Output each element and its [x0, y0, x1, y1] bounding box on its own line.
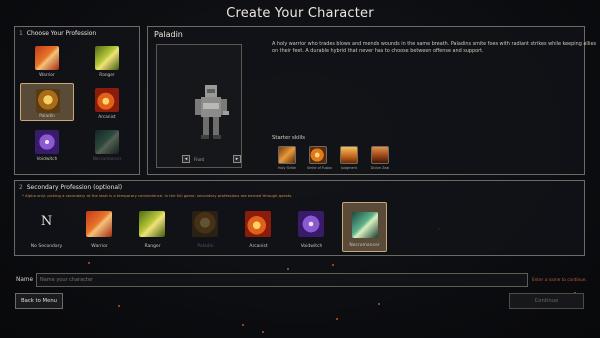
ember-particle: [336, 318, 338, 320]
skill-divine-zeal[interactable]: Divine Zeal: [369, 146, 391, 170]
character-portrait: ◂ Front ▸: [156, 44, 242, 168]
step-number: 1: [19, 30, 23, 37]
arcanist-fire-icon: [95, 88, 119, 112]
back-to-menu-button[interactable]: Back to Menu: [15, 293, 63, 309]
skill-smite[interactable]: Smite of Fusion: [307, 146, 333, 170]
voidwitch-lightning-icon: [35, 130, 59, 154]
character-name-input[interactable]: [36, 273, 528, 287]
profession-label: Warrior: [39, 73, 55, 78]
ember-particle: [118, 305, 120, 307]
paladin-shield-icon: [36, 89, 60, 113]
ranger-icon: [139, 211, 165, 237]
panel-heading: 2 Secondary Profession (optional): [19, 184, 122, 191]
character-sprite: [195, 85, 229, 139]
voidwitch-lightning-icon: [298, 211, 324, 237]
secondary-profession-panel: 2 Secondary Profession (optional) * Alph…: [14, 180, 585, 256]
portrait-view-label: Front: [193, 157, 205, 162]
smite-icon: [309, 146, 327, 164]
judgment-icon: [340, 146, 358, 164]
profession-ranger[interactable]: Ranger: [80, 41, 134, 79]
holy-strike-icon: [278, 146, 296, 164]
arcanist-fire-icon: [245, 211, 271, 237]
profession-grid: Warrior Ranger Paladin Arcanist Voidwitc…: [20, 41, 134, 163]
profession-warrior[interactable]: Warrior: [20, 41, 74, 79]
optional-tag: (optional): [93, 184, 123, 191]
secondary-none[interactable]: N No Secondary: [24, 202, 69, 252]
secondary-voidwitch[interactable]: Voidwitch: [289, 202, 334, 252]
step-number: 2: [19, 184, 23, 191]
panel-heading: 1 Choose Your Profession: [19, 30, 96, 37]
profession-label: Voidwitch: [36, 157, 58, 162]
ember-particle: [378, 303, 380, 305]
profession-name: Paladin: [154, 30, 183, 39]
profession-voidwitch[interactable]: Voidwitch: [20, 125, 74, 163]
profession-paladin[interactable]: Paladin: [20, 83, 74, 121]
profession-description: A holy warrior who trades blows and mend…: [272, 41, 597, 54]
secondary-label: Warrior: [91, 244, 108, 249]
secondary-necromancer[interactable]: Necromancer: [342, 202, 387, 252]
secondary-label: Voidwitch: [300, 244, 323, 249]
ember-particle: [287, 268, 289, 270]
warrior-icon: [86, 211, 112, 237]
secondary-label: Arcanist: [249, 244, 268, 249]
necromancer-icon: [95, 130, 119, 154]
ember-particle: [262, 331, 264, 333]
profession-arcanist[interactable]: Arcanist: [80, 83, 134, 121]
skill-label: Divine Zeal: [370, 166, 390, 170]
starter-skills-list: Holy Strike Smite of Fusion Judgment Div…: [276, 146, 391, 170]
ember-particle: [88, 262, 90, 264]
step-title: Choose Your Profession: [26, 30, 97, 37]
secondary-warrior[interactable]: Warrior: [77, 202, 122, 252]
name-label: Name: [16, 277, 34, 283]
rotate-right-button[interactable]: ▸: [233, 155, 241, 163]
secondary-options-row: N No Secondary Warrior Ranger Paladin Ar…: [24, 202, 387, 252]
secondary-label: Paladin: [197, 244, 214, 249]
secondary-label: Ranger: [144, 244, 161, 249]
secondary-ranger[interactable]: Ranger: [130, 202, 175, 252]
step-title: Secondary Profession: [26, 184, 92, 191]
skill-holy-strike[interactable]: Holy Strike: [276, 146, 298, 170]
ember-particle: [332, 264, 334, 266]
secondary-paladin: Paladin: [183, 202, 228, 252]
profession-label: Necromancer: [92, 157, 122, 162]
necromancer-icon: [352, 212, 378, 238]
name-hint: Enter a name to continue.: [532, 277, 587, 282]
secondary-label: Necromancer: [349, 243, 380, 248]
starter-skills-label: Starter skills: [272, 135, 306, 141]
skill-label: Judgment: [341, 166, 357, 170]
ranger-icon: [95, 46, 119, 70]
skill-judgment[interactable]: Judgment: [338, 146, 360, 170]
secondary-arcanist[interactable]: Arcanist: [236, 202, 281, 252]
continue-button[interactable]: Continue: [509, 293, 584, 309]
skill-label: Holy Strike: [278, 166, 296, 170]
divine-zeal-icon: [371, 146, 389, 164]
primary-profession-panel: 1 Choose Your Profession Warrior Ranger …: [14, 26, 140, 175]
paladin-shield-icon: [192, 211, 218, 237]
ember-particle: [242, 324, 244, 326]
profession-necromancer: Necromancer: [80, 125, 134, 163]
skill-label: Smite of Fusion: [307, 166, 333, 170]
profession-label: Paladin: [39, 114, 55, 119]
profession-detail-panel: Paladin ◂ Front ▸ A holy warrior who tra…: [147, 26, 596, 175]
alpha-note: * Alpha only: picking a secondary at the…: [22, 193, 293, 198]
profession-label: Arcanist: [98, 115, 116, 120]
profession-label: Ranger: [99, 73, 115, 78]
no-secondary-letter: N: [40, 214, 53, 229]
warrior-icon: [35, 46, 59, 70]
page-title: Create Your Character: [226, 6, 374, 21]
secondary-label: No Secondary: [30, 244, 63, 249]
